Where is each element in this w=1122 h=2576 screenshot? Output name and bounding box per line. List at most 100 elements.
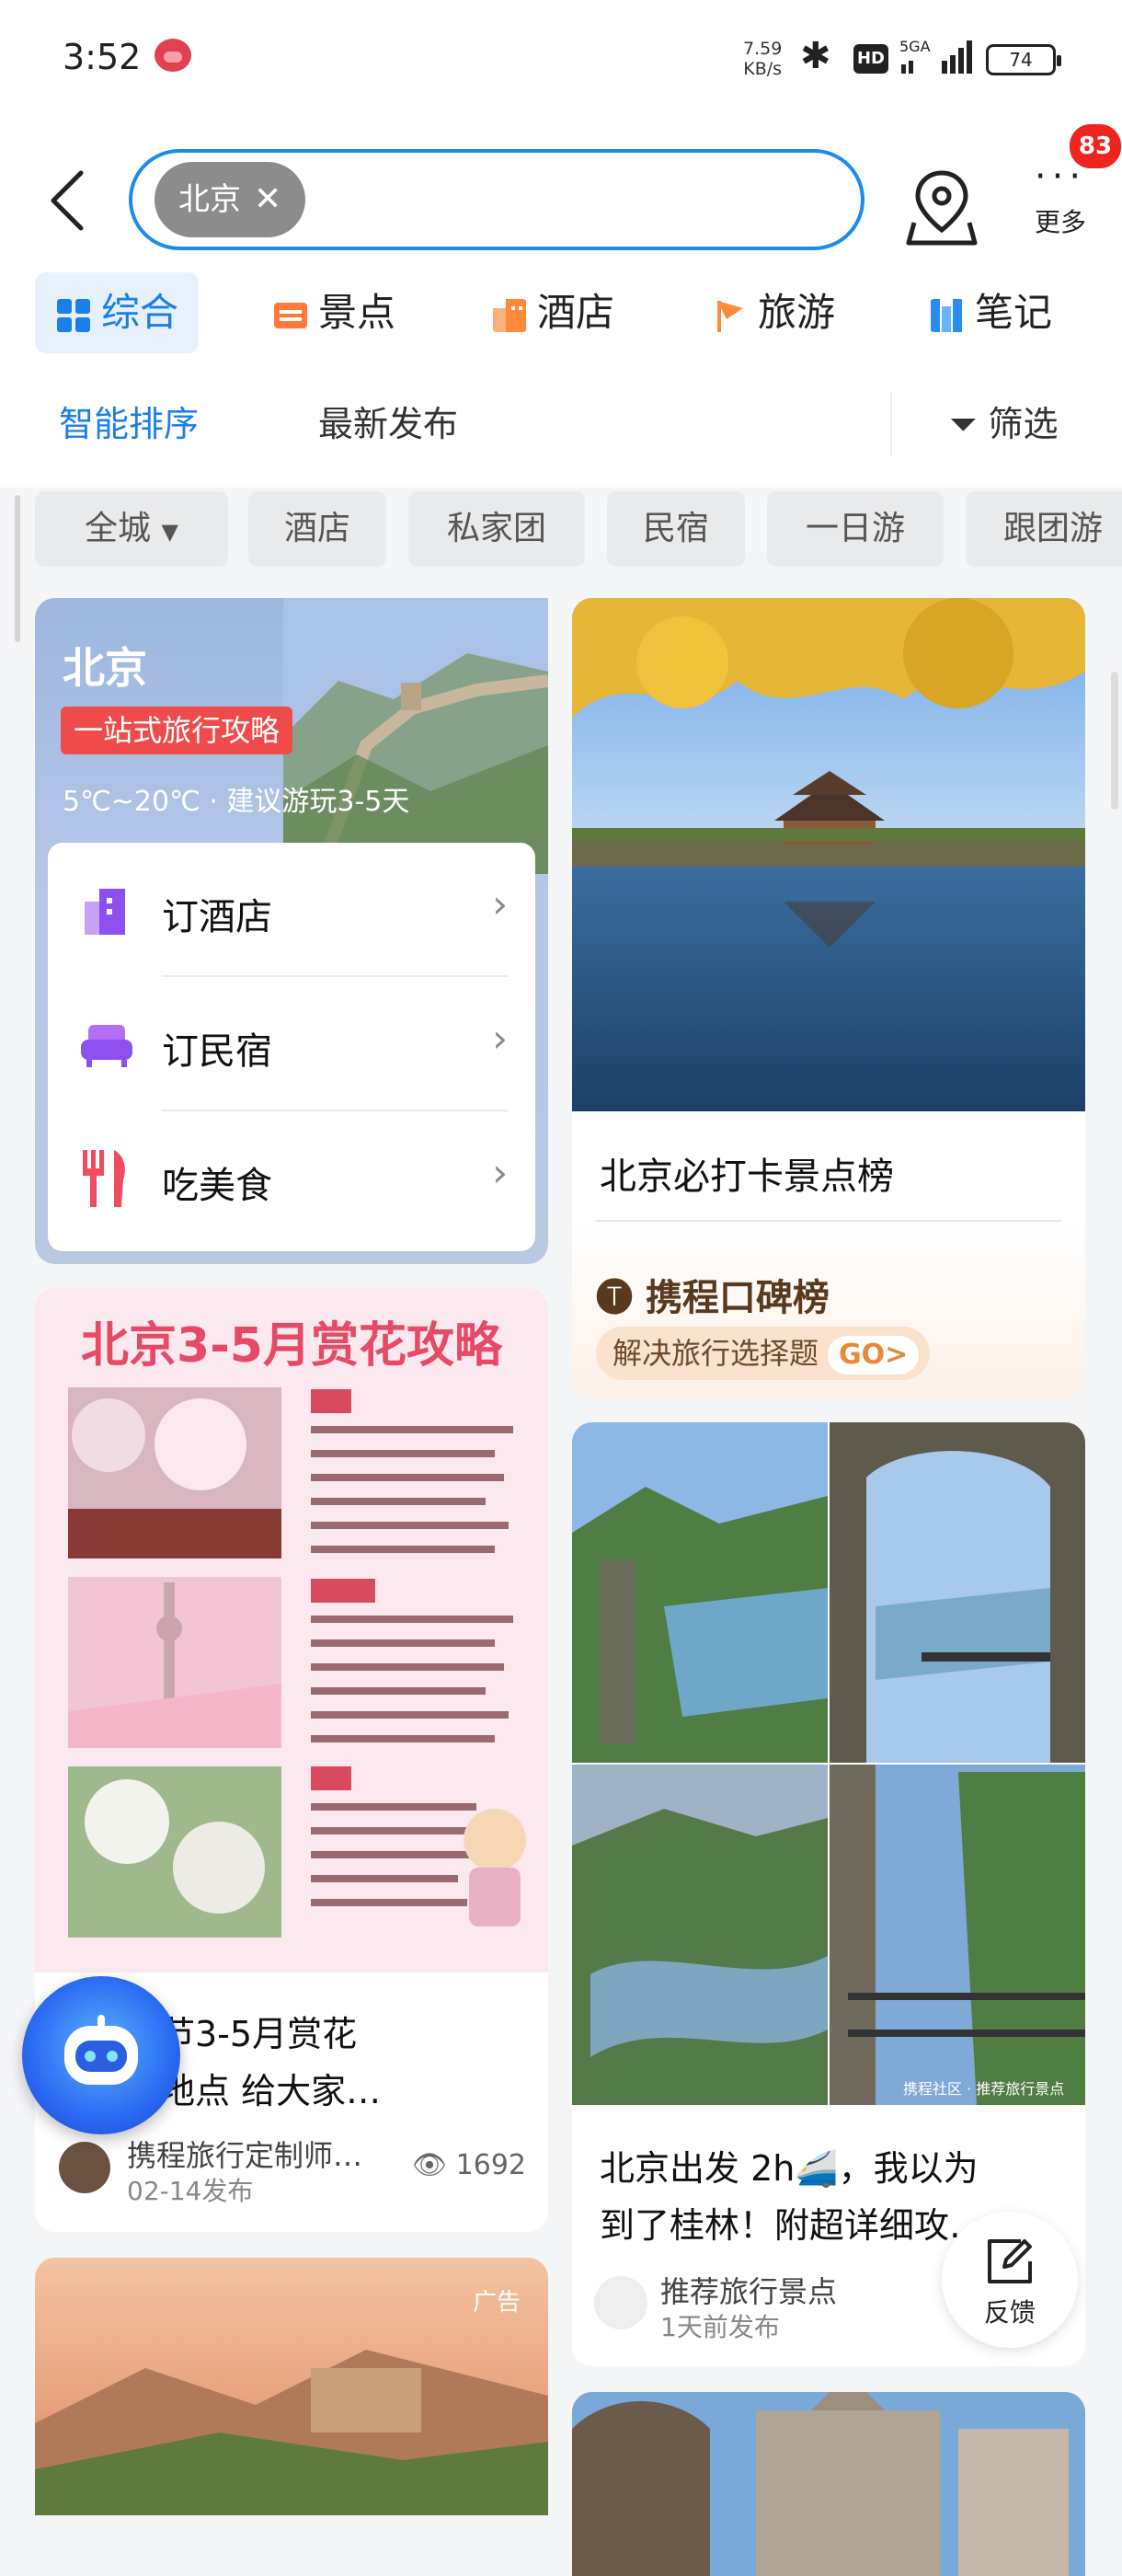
category-tabs: 综合 景点 酒店 旅游 笔记 [0, 267, 1122, 359]
beijing-guide-card[interactable]: 北京 一站式旅行攻略 5℃~20℃ · 建议游玩3-5天 订酒店 › 订民宿 ›… [35, 598, 548, 1264]
city-name: 北京 [63, 643, 147, 693]
sort-latest[interactable]: 最新发布 [318, 396, 458, 446]
network-speed: 7.59 KB/s [743, 39, 782, 79]
more-label: 更多 [1034, 207, 1086, 237]
sort-bar: 智能排序 最新发布 ⏷ 筛选 [0, 377, 1122, 469]
tab-label: 笔记 [975, 290, 1053, 335]
brand-label: 携程口碑榜 [645, 1277, 830, 1319]
slogan-text: 解决旅行选择题 [613, 1336, 819, 1371]
chevron-right-icon: › [492, 1016, 508, 1061]
edit-icon [988, 2239, 1032, 2283]
flower-poster-image: 北京3-5月赏花攻略 [35, 1288, 548, 1972]
title-line: 北京出发 2h🚄，我以为 [600, 2148, 979, 2189]
author-name[interactable]: 推荐旅行景点 [660, 2269, 837, 2311]
feedback-button[interactable]: 反馈 [942, 2212, 1078, 2348]
row-label: 订民宿 [162, 1030, 272, 1073]
quick-actions-panel: 订酒店 › 订民宿 › 吃美食 › [48, 843, 535, 1251]
row-label: 吃美食 [162, 1165, 272, 1207]
hotel-building-icon [85, 889, 125, 935]
filter-funnel-icon: ⏷ [949, 404, 978, 444]
network-type: 5GA [899, 38, 931, 55]
signal-icon: 5GA [899, 38, 972, 74]
tab-label: 旅游 [758, 290, 836, 335]
trip-logo-icon: 🅣 [596, 1277, 633, 1319]
guide-tag: 一站式旅行攻略 [61, 707, 293, 754]
ranking-slogan[interactable]: 解决旅行选择题 GO> [596, 1327, 931, 1380]
tab-label: 综合 [101, 290, 179, 335]
hd-icon: HD [853, 44, 888, 74]
church-photo [572, 2392, 1085, 2576]
ranking-banner[interactable]: 🅣 携程口碑榜 解决旅行选择题 GO> [572, 1224, 1085, 1398]
filter-label: 筛选 [988, 404, 1059, 444]
lake-photo-collage: 携程社区 · 推荐旅行景点 [572, 1422, 1085, 2105]
close-icon[interactable]: ✕ [254, 180, 281, 218]
more-button[interactable]: ··· 更多 [1019, 158, 1102, 250]
quick-filter-day-trip[interactable]: 一日游 [767, 491, 944, 567]
weather-info: 5℃~20℃ · 建议游玩3-5天 [63, 786, 410, 818]
food-row[interactable]: 吃美食 › [48, 1111, 535, 1246]
page-scrollbar[interactable] [1111, 672, 1118, 810]
book-homestay-row[interactable]: 订民宿 › [48, 977, 535, 1111]
grid-icon [57, 298, 90, 332]
great-wall-image [283, 598, 548, 874]
tab-comprehensive[interactable]: 综合 [35, 272, 200, 353]
status-time: 3:52 [63, 37, 142, 77]
flag-icon [717, 300, 743, 332]
ad-label: 广告 [473, 2289, 521, 2317]
tab-attractions[interactable]: 景点 [272, 272, 395, 353]
robot-icon [64, 2015, 138, 2085]
location-pin-icon[interactable] [905, 166, 979, 248]
eye-icon: 👁 [412, 2149, 448, 2181]
tab-notes[interactable]: 笔记 [929, 272, 1052, 353]
photo-watermark: 携程社区 · 推荐旅行景点 [903, 2080, 1064, 2098]
tab-tours[interactable]: 旅游 [712, 272, 835, 353]
avatar[interactable] [59, 2142, 110, 2193]
dropdown-triangle-icon: ▼ [161, 519, 178, 545]
quick-filter-hotel[interactable]: 酒店 [248, 491, 386, 567]
chevron-right-icon: › [492, 881, 508, 926]
tab-label: 景点 [318, 290, 396, 335]
notification-badge: 83 [1067, 121, 1122, 171]
fork-knife-icon [83, 1150, 125, 1207]
quick-filter-private-tour[interactable]: 私家团 [408, 491, 585, 567]
quick-filter-group-tour[interactable]: 跟团游 [966, 491, 1122, 567]
forbidden-city-photo [572, 598, 1085, 1111]
tab-hotels[interactable]: 酒店 [491, 272, 614, 353]
poster-photos [68, 1387, 526, 1938]
great-wall-sunset-image [35, 2350, 548, 2515]
poster-title: 北京3-5月赏花攻略 [81, 1318, 502, 1374]
quick-filters: 全城 ▼ 酒店 私家团 民宿 一日游 跟团游 [0, 488, 1122, 570]
chevron-right-icon: › [492, 1150, 508, 1195]
avatar[interactable] [594, 2276, 647, 2329]
book-hotel-row[interactable]: 订酒店 › [48, 843, 535, 977]
hotel-icon [493, 298, 526, 332]
quick-filter-city[interactable]: 全城 ▼ [35, 491, 228, 567]
quick-filter-label: 全城 [85, 510, 152, 547]
divider [596, 1220, 1061, 1222]
sort-divider [890, 392, 892, 456]
ranking-brand: 🅣 携程口碑榜 [596, 1268, 830, 1321]
status-bar: 3:52 7.59 KB/s ✱ HD 5GA 74 [0, 0, 1122, 120]
view-count: 👁 1692 [412, 2149, 526, 2181]
back-arrow-icon[interactable] [40, 164, 96, 237]
card-title: 北京必打卡景点榜 [600, 1156, 894, 1198]
go-button[interactable]: GO> [828, 1336, 920, 1374]
tab-label: 酒店 [537, 290, 615, 335]
search-input[interactable]: 北京 ✕ [129, 149, 864, 250]
sort-smart[interactable]: 智能排序 [59, 396, 199, 446]
pig-app-icon [155, 39, 191, 72]
views-value: 1692 [455, 2149, 526, 2181]
next-card[interactable] [572, 2392, 1085, 2576]
ad-card[interactable]: 广告 [35, 2258, 548, 2515]
bluetooth-icon: ✱ [800, 35, 831, 77]
search-chip-label: 北京 [178, 181, 241, 218]
author-name[interactable]: 携程旅行定制师… [127, 2133, 362, 2175]
row-label: 订酒店 [162, 896, 272, 938]
feedback-label: 反馈 [983, 2297, 1036, 2328]
top-attractions-card[interactable]: 北京必打卡景点榜 🅣 携程口碑榜 解决旅行选择题 GO> [572, 598, 1085, 1398]
post-date: 1天前发布 [660, 2312, 780, 2342]
filter-button[interactable]: ⏷ 筛选 [949, 396, 1059, 446]
quick-filter-homestay[interactable]: 民宿 [607, 491, 745, 567]
ai-assistant-button[interactable] [22, 1976, 180, 2134]
search-chip[interactable]: 北京 ✕ [155, 162, 306, 237]
